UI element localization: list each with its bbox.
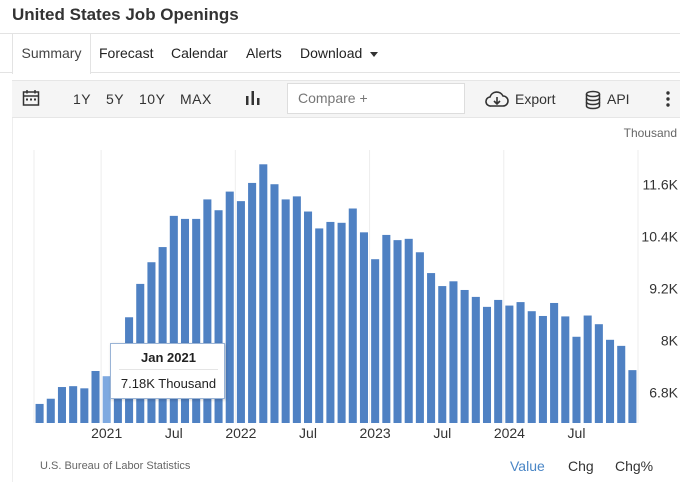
x-tick-label: 2024 [494, 425, 525, 441]
x-tick-label: Jul [299, 425, 317, 441]
x-tick-label: 2022 [225, 425, 256, 441]
y-axis-labels: 11.6K 10.4K 9.2K 8K 6.8K [641, 177, 678, 401]
bar[interactable] [427, 273, 436, 423]
bar[interactable] [259, 164, 268, 424]
bar[interactable] [236, 201, 245, 423]
bar[interactable] [516, 302, 525, 423]
hover-tooltip: Jan 2021 7.18K Thousand [110, 343, 225, 399]
bar[interactable] [482, 306, 492, 423]
y-tick-label: 10.4K [641, 229, 678, 245]
bar[interactable] [550, 302, 559, 423]
chg-pct-toggle[interactable]: Chg% [615, 458, 653, 474]
bar[interactable] [606, 339, 615, 423]
bar[interactable] [438, 286, 447, 423]
bar[interactable] [225, 191, 234, 423]
bar[interactable] [449, 281, 458, 423]
x-tick-label: Jul [568, 425, 586, 441]
chg-toggle[interactable]: Chg [568, 458, 594, 474]
bar[interactable] [371, 259, 380, 423]
bar[interactable] [292, 196, 301, 423]
x-tick-label: 2021 [91, 425, 122, 441]
bar[interactable] [617, 345, 626, 423]
bar[interactable] [281, 199, 290, 423]
x-tick-label: Jul [433, 425, 451, 441]
bar[interactable] [594, 324, 603, 423]
x-tick-label: 2023 [360, 425, 391, 441]
tooltip-value: 7.18K Thousand [120, 376, 217, 391]
bar[interactable] [382, 234, 391, 423]
bar[interactable] [505, 305, 514, 423]
bar[interactable] [270, 184, 279, 423]
bar[interactable] [415, 252, 424, 423]
source-label: U.S. Bureau of Labor Statistics [40, 460, 191, 472]
bar[interactable] [35, 403, 44, 423]
bar[interactable] [460, 289, 469, 423]
bar[interactable] [348, 208, 357, 424]
y-tick-label: 9.2K [649, 281, 678, 297]
bar[interactable] [57, 387, 66, 423]
value-toggle[interactable]: Value [510, 458, 545, 474]
bar[interactable] [628, 370, 637, 423]
tooltip-divider [119, 369, 218, 370]
bar[interactable] [404, 238, 413, 423]
bar[interactable] [583, 315, 592, 423]
tooltip-date: Jan 2021 [141, 350, 196, 365]
bar[interactable] [538, 315, 547, 423]
y-tick-label: 6.8K [649, 385, 678, 401]
x-tick-label: Jul [165, 425, 183, 441]
y-tick-label: 11.6K [642, 177, 678, 193]
bar[interactable] [393, 240, 402, 423]
bar[interactable] [326, 221, 335, 423]
job-openings-chart[interactable]: Thousand 11.6K10.4K9.2K8K6.8K 2021 Jul 202… [0, 0, 680, 482]
bar[interactable] [359, 232, 368, 423]
y-axis-unit-label: Thousand [624, 126, 677, 140]
bar[interactable] [315, 228, 324, 423]
bar[interactable] [46, 398, 55, 423]
bar[interactable] [572, 336, 581, 423]
bar[interactable] [91, 371, 100, 423]
bar[interactable] [527, 311, 536, 423]
bar[interactable] [561, 316, 570, 423]
bar[interactable] [248, 182, 257, 423]
bar[interactable] [80, 388, 89, 423]
bar[interactable] [494, 299, 503, 423]
bar[interactable] [337, 222, 346, 423]
x-axis-labels: 2021 Jul 2022 Jul 2023 Jul 2024 Jul [91, 425, 585, 441]
y-tick-label: 8K [661, 333, 679, 349]
bar[interactable] [69, 386, 78, 423]
bar[interactable] [471, 296, 480, 423]
bar[interactable] [304, 211, 313, 423]
